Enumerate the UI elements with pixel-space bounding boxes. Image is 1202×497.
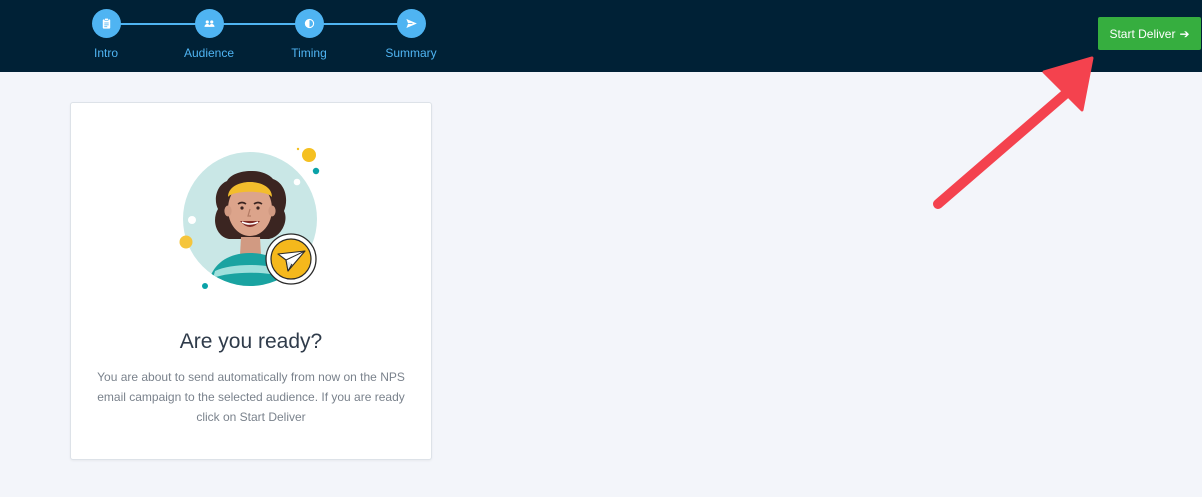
ready-card: Are you ready? You are about to send aut…	[70, 102, 432, 460]
card-title: Are you ready?	[179, 330, 323, 353]
step-intro[interactable]: Intro	[61, 9, 151, 60]
step-label-summary: Summary	[385, 46, 437, 60]
step-timing[interactable]: Timing	[264, 9, 354, 60]
users-icon	[194, 9, 224, 38]
arrow-right-icon: ➔	[1179, 26, 1190, 41]
step-label-intro: Intro	[93, 46, 118, 60]
start-deliver-button[interactable]: Start Deliver ➔	[1098, 17, 1201, 50]
woman-avatar-illustration	[179, 147, 320, 289]
start-deliver-label: Start Deliver	[1109, 26, 1176, 41]
annotation-arrow-icon	[933, 56, 1094, 209]
step-summary[interactable]: Summary	[366, 9, 456, 60]
card-description: You are about to send automatically from…	[97, 370, 405, 424]
step-label-timing: Timing	[291, 46, 327, 60]
step-label-audience: Audience	[183, 46, 235, 60]
timer-icon	[294, 9, 324, 38]
clipboard-icon	[91, 9, 121, 38]
send-icon	[396, 9, 426, 38]
progress-stepper: Intro Audience Timing Summary	[0, 0, 520, 72]
step-audience[interactable]: Audience	[164, 9, 254, 60]
